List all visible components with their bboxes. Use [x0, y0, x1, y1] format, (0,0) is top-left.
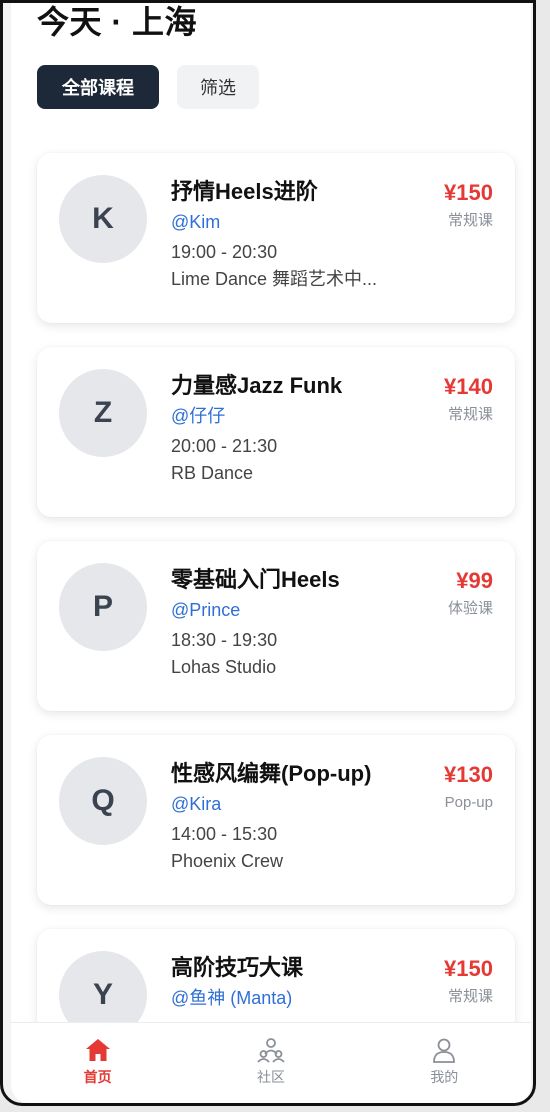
- course-type: 体验课: [447, 600, 493, 617]
- filter-all-courses-button[interactable]: 全部课程: [37, 65, 159, 109]
- phone-frame: 今天 · 上海 全部课程 筛选 K 抒情Heels进阶 @Kim 19:00 -…: [0, 0, 536, 1106]
- course-price: ¥140: [444, 374, 493, 399]
- device: 今天 · 上海 全部课程 筛选 K 抒情Heels进阶 @Kim 19:00 -…: [0, 0, 550, 1112]
- bottom-tab-bar: 首页 社区 我的: [11, 1022, 531, 1103]
- price-block: ¥130 Pop-up: [444, 761, 493, 813]
- course-type: 常规课: [447, 988, 493, 1005]
- course-time: 14:00 - 15:30: [171, 824, 278, 844]
- price-block: ¥150 常规课: [444, 955, 493, 1007]
- course-info: 性感风编舞(Pop-up) @Kira 14:00 - 15:30 Phoeni…: [171, 759, 426, 873]
- filter-bar: 全部课程 筛选: [37, 65, 259, 109]
- course-card[interactable]: P 零基础入门Heels @Prince 18:30 - 19:30 Lohas…: [37, 541, 515, 711]
- teacher-link[interactable]: @鱼神 (Manta): [171, 986, 426, 1010]
- price-block: ¥150 常规课: [444, 179, 493, 231]
- course-type: Pop-up: [444, 794, 493, 811]
- course-venue: Lime Dance 舞蹈艺术中...: [171, 269, 378, 289]
- community-icon: [257, 1038, 285, 1063]
- course-info: 零基础入门Heels @Prince 18:30 - 19:30 Lohas S…: [171, 565, 426, 679]
- teacher-avatar: Q: [59, 757, 147, 845]
- teacher-avatar: K: [59, 175, 147, 263]
- course-card[interactable]: Z 力量感Jazz Funk @仔仔 20:00 - 21:30 RB Danc…: [37, 347, 515, 517]
- teacher-link[interactable]: @Prince: [171, 598, 426, 622]
- course-venue: Lohas Studio: [171, 657, 277, 677]
- course-time: 20:00 - 21:30: [171, 436, 278, 456]
- tab-profile-label: 我的: [430, 1069, 459, 1085]
- teacher-link[interactable]: @仔仔: [171, 404, 426, 428]
- course-list: K 抒情Heels进阶 @Kim 19:00 - 20:30 Lime Danc…: [37, 153, 515, 1103]
- course-venue: RB Dance: [171, 463, 254, 483]
- tab-profile[interactable]: 我的: [358, 1023, 531, 1103]
- teacher-link[interactable]: @Kira: [171, 792, 426, 816]
- teacher-link[interactable]: @Kim: [171, 210, 426, 234]
- course-type: 常规课: [447, 212, 493, 229]
- home-icon: [85, 1039, 110, 1061]
- page-title: 今天 · 上海: [37, 4, 197, 40]
- profile-icon: [433, 1038, 456, 1063]
- course-card[interactable]: K 抒情Heels进阶 @Kim 19:00 - 20:30 Lime Danc…: [37, 153, 515, 323]
- course-info: 力量感Jazz Funk @仔仔 20:00 - 21:30 RB Dance: [171, 371, 426, 485]
- course-title: 零基础入门Heels: [171, 567, 340, 592]
- course-time: 18:30 - 19:30: [171, 630, 278, 650]
- teacher-avatar: P: [59, 563, 147, 651]
- course-title: 力量感Jazz Funk: [171, 373, 343, 398]
- price-block: ¥140 常规课: [444, 373, 493, 425]
- course-price: ¥150: [444, 956, 493, 981]
- course-venue: Phoenix Crew: [171, 851, 284, 871]
- course-card[interactable]: Q 性感风编舞(Pop-up) @Kira 14:00 - 15:30 Phoe…: [37, 735, 515, 905]
- tab-community-label: 社区: [256, 1069, 285, 1085]
- app-screen: 今天 · 上海 全部课程 筛选 K 抒情Heels进阶 @Kim 19:00 -…: [11, 3, 531, 1103]
- course-time: 19:00 - 20:30: [171, 242, 278, 262]
- course-price: ¥130: [444, 762, 493, 787]
- price-block: ¥99 体验课: [448, 567, 493, 619]
- course-title: 高阶技巧大课: [171, 955, 304, 980]
- course-info: 抒情Heels进阶 @Kim 19:00 - 20:30 Lime Dance …: [171, 177, 426, 291]
- course-type: 常规课: [447, 406, 493, 423]
- course-price: ¥150: [444, 180, 493, 205]
- teacher-avatar: Z: [59, 369, 147, 457]
- filter-button[interactable]: 筛选: [177, 65, 259, 109]
- course-title: 抒情Heels进阶: [171, 179, 318, 204]
- tab-home-label: 首页: [83, 1069, 112, 1085]
- course-title: 性感风编舞(Pop-up): [171, 761, 372, 786]
- course-info: 高阶技巧大课 @鱼神 (Manta): [171, 953, 426, 1016]
- tab-community[interactable]: 社区: [184, 1023, 357, 1103]
- tab-home[interactable]: 首页: [11, 1023, 184, 1103]
- course-price: ¥99: [456, 568, 493, 593]
